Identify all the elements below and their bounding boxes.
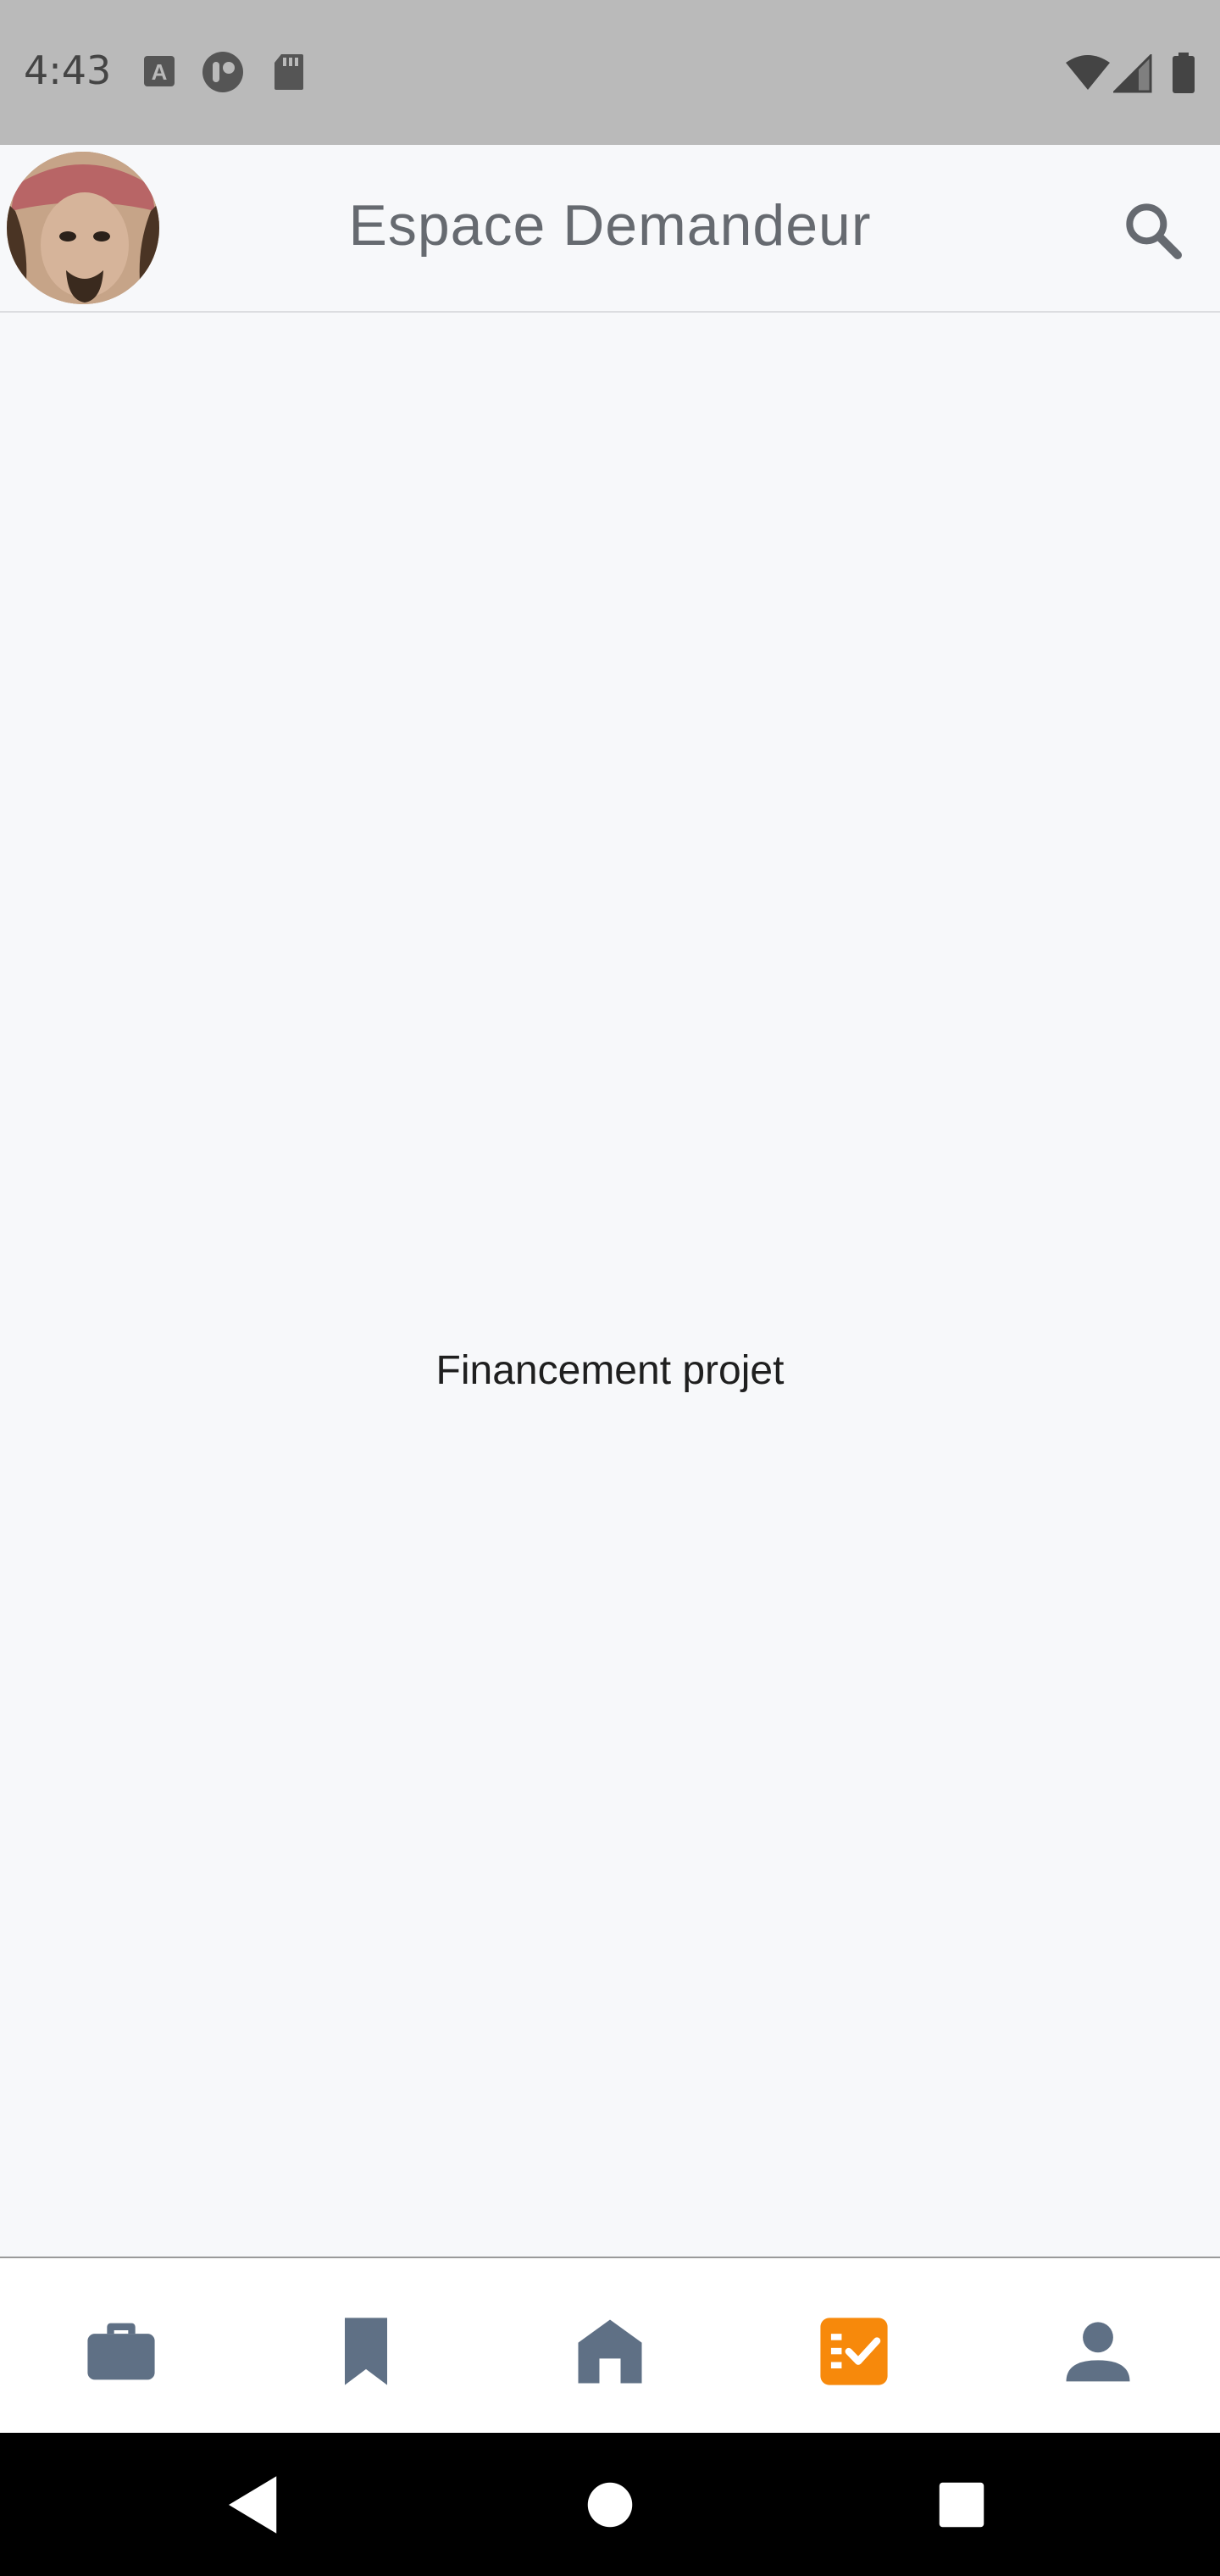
search-icon bbox=[1126, 203, 1182, 259]
checklist-icon bbox=[820, 2318, 888, 2385]
search-button[interactable] bbox=[1118, 196, 1186, 264]
nav-item-bookmark[interactable] bbox=[324, 2309, 408, 2394]
toggle-circle-icon bbox=[202, 51, 244, 97]
status-bar: 4:43 A bbox=[0, 0, 1220, 145]
signal-icon bbox=[1112, 53, 1152, 97]
home-button[interactable] bbox=[572, 2467, 648, 2543]
a-box-icon: A bbox=[142, 54, 176, 92]
page-title: Espace Demandeur bbox=[348, 193, 872, 258]
home-icon bbox=[578, 2319, 642, 2384]
content-label: Financement projet bbox=[435, 1348, 785, 1393]
status-time: 4:43 bbox=[24, 47, 112, 93]
bottom-nav bbox=[0, 2257, 1220, 2434]
app-bar: Espace Demandeur bbox=[0, 145, 1220, 313]
nav-item-profile[interactable] bbox=[1056, 2309, 1140, 2394]
battery-icon bbox=[1171, 53, 1196, 97]
sd-card-icon bbox=[273, 53, 305, 96]
back-icon bbox=[229, 2476, 277, 2534]
svg-text:A: A bbox=[152, 59, 168, 85]
nav-item-checklist[interactable] bbox=[812, 2309, 896, 2394]
system-nav-bar bbox=[0, 2433, 1220, 2576]
recents-icon bbox=[939, 2482, 984, 2528]
home-circle-icon bbox=[587, 2482, 633, 2528]
briefcase-icon bbox=[87, 2323, 155, 2380]
nav-item-home[interactable] bbox=[568, 2309, 652, 2394]
nav-item-briefcase[interactable] bbox=[79, 2309, 164, 2394]
bookmark-icon bbox=[345, 2318, 387, 2385]
person-icon bbox=[1066, 2322, 1130, 2382]
recents-button[interactable] bbox=[923, 2467, 1000, 2543]
wifi-icon bbox=[1064, 54, 1112, 96]
back-button[interactable] bbox=[216, 2467, 292, 2543]
